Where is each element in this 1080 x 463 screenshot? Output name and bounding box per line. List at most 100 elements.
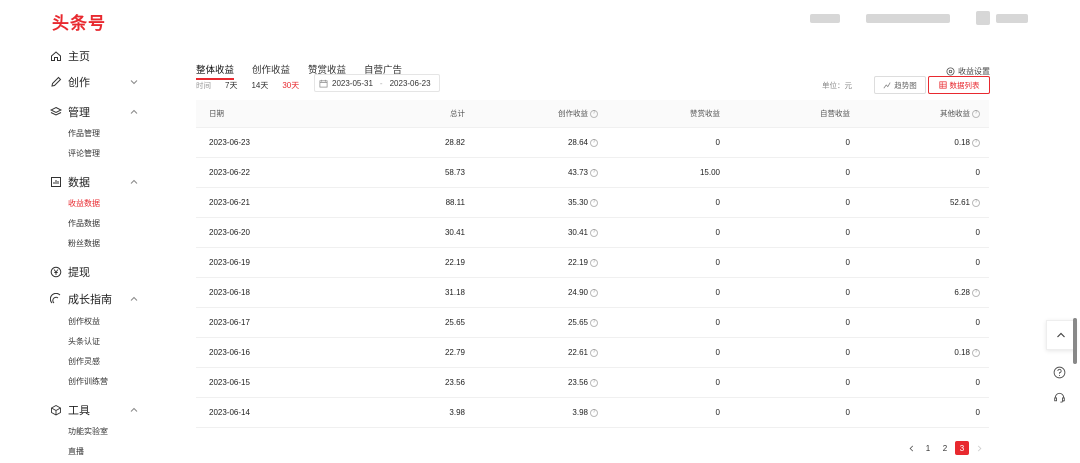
cell-date: 2023-06-14 bbox=[209, 398, 250, 427]
cell-total-value: 88.11 bbox=[445, 198, 465, 207]
info-icon[interactable] bbox=[590, 258, 598, 267]
nav-create[interactable]: 创作 bbox=[50, 73, 140, 91]
top-header: 头条号 bbox=[0, 0, 1080, 38]
nav-sub-inspiration[interactable]: 创作灵感 bbox=[68, 356, 100, 367]
info-icon[interactable] bbox=[590, 348, 598, 357]
nav-tools[interactable]: 工具 bbox=[50, 401, 140, 419]
page-1[interactable]: 1 bbox=[921, 441, 935, 455]
cell-creation-value: 22.61 bbox=[567, 348, 588, 357]
cell-date-value: 2023-06-19 bbox=[209, 258, 250, 267]
nav-data[interactable]: 数据 bbox=[50, 173, 140, 191]
cell-self-value: 0 bbox=[845, 258, 850, 267]
cell-other-value: 0 bbox=[975, 408, 980, 417]
back-to-top-button[interactable] bbox=[1046, 320, 1076, 350]
nav-withdraw-label: 提现 bbox=[68, 267, 90, 279]
nav-manage-label: 管理 bbox=[68, 107, 90, 119]
nav-sub-revenue-data[interactable]: 收益数据 bbox=[68, 198, 100, 209]
header-total: 总计 bbox=[415, 100, 465, 127]
next-page-button[interactable] bbox=[972, 441, 986, 455]
cell-total-value: 25.65 bbox=[444, 318, 465, 327]
cell-other: 0 bbox=[910, 398, 980, 427]
date-range-picker[interactable]: 2023-05-31 - 2023-06-23 bbox=[314, 74, 440, 92]
cell-other-value: 0.18 bbox=[954, 138, 970, 147]
cell-total-value: 31.18 bbox=[444, 288, 465, 297]
help-button[interactable] bbox=[1052, 365, 1066, 379]
time-option-7d[interactable]: 7天 bbox=[225, 80, 237, 91]
cell-self: 0 bbox=[800, 128, 850, 157]
cell-creation: 43.73 bbox=[526, 158, 598, 187]
info-icon[interactable] bbox=[590, 408, 598, 417]
info-icon[interactable] bbox=[590, 138, 598, 147]
info-icon[interactable] bbox=[972, 288, 980, 297]
cell-tips: 0 bbox=[670, 248, 720, 277]
cell-self-value: 0 bbox=[845, 198, 850, 207]
trend-chart-label: 趋势图 bbox=[894, 80, 917, 90]
cell-other-value: 6.28 bbox=[954, 288, 970, 297]
yuan-icon bbox=[50, 266, 62, 278]
nav-growth[interactable]: 成长指南 bbox=[50, 290, 140, 308]
info-icon[interactable] bbox=[972, 138, 980, 147]
cell-tips: 0 bbox=[670, 308, 720, 337]
cell-creation-value: 25.65 bbox=[567, 318, 588, 327]
info-icon[interactable] bbox=[972, 348, 980, 357]
cell-self: 0 bbox=[800, 338, 850, 367]
trend-icon bbox=[883, 82, 891, 89]
info-icon[interactable] bbox=[590, 109, 598, 118]
cell-tips-value: 0 bbox=[715, 258, 720, 267]
info-icon[interactable] bbox=[590, 168, 598, 177]
nav-home[interactable]: 主页 bbox=[50, 47, 140, 65]
info-icon[interactable] bbox=[590, 378, 598, 387]
page-2[interactable]: 2 bbox=[938, 441, 952, 455]
nav-sub-feature-lab[interactable]: 功能实验室 bbox=[68, 426, 108, 437]
cell-self-value: 0 bbox=[845, 378, 850, 387]
nav-sub-verification[interactable]: 头条认证 bbox=[68, 336, 100, 347]
cell-self-value: 0 bbox=[845, 318, 850, 327]
nav-sub-creator-rights[interactable]: 创作权益 bbox=[68, 316, 100, 327]
date-end: 2023-06-23 bbox=[389, 78, 431, 88]
nav-sub-training-camp[interactable]: 创作训练营 bbox=[68, 376, 108, 387]
info-icon[interactable] bbox=[972, 198, 980, 207]
chevron-up-icon bbox=[130, 109, 138, 114]
nav-sub-works-manage[interactable]: 作品管理 bbox=[68, 128, 100, 139]
cell-total: 22.19 bbox=[415, 248, 465, 277]
nav-sub-fans-data[interactable]: 粉丝数据 bbox=[68, 238, 100, 249]
info-icon[interactable] bbox=[590, 228, 598, 237]
revenue-table: 日期 总计 创作收益 赞赏收益 自营收益 其他收益 2023-06-23 28.8… bbox=[196, 100, 989, 428]
customer-service-button[interactable] bbox=[1052, 390, 1066, 404]
prev-page-button[interactable] bbox=[904, 441, 918, 455]
table-row: 2023-06-17 25.65 25.65 0 0 0 bbox=[196, 308, 989, 338]
cell-creation: 24.90 bbox=[526, 278, 598, 307]
nav-sub-live[interactable]: 直播 bbox=[68, 446, 84, 457]
avatar[interactable] bbox=[976, 11, 990, 25]
info-icon[interactable] bbox=[590, 288, 598, 297]
nav-manage[interactable]: 管理 bbox=[50, 103, 140, 121]
header-total-label: 总计 bbox=[450, 109, 465, 118]
nav-withdraw[interactable]: 提现 bbox=[50, 263, 140, 281]
cell-total: 30.41 bbox=[415, 218, 465, 247]
table-row: 2023-06-15 23.56 23.56 0 0 0 bbox=[196, 368, 989, 398]
info-icon[interactable] bbox=[590, 198, 598, 207]
table-header-row: 日期 总计 创作收益 赞赏收益 自营收益 其他收益 bbox=[196, 100, 989, 128]
nav-growth-label: 成长指南 bbox=[68, 294, 112, 306]
time-option-30d[interactable]: 30天 bbox=[282, 80, 299, 91]
info-icon[interactable] bbox=[972, 109, 980, 118]
time-option-14d[interactable]: 14天 bbox=[251, 80, 268, 91]
nav-sub-works-data[interactable]: 作品数据 bbox=[68, 218, 100, 229]
info-icon[interactable] bbox=[590, 318, 598, 327]
cell-total-value: 22.79 bbox=[444, 348, 465, 357]
header-tips-label: 赞赏收益 bbox=[690, 109, 720, 118]
nav-tools-label: 工具 bbox=[68, 405, 90, 417]
trend-chart-button[interactable]: 趋势图 bbox=[874, 76, 926, 94]
cell-other-value: 0 bbox=[975, 228, 980, 237]
page-3[interactable]: 3 bbox=[955, 441, 969, 455]
cell-self: 0 bbox=[800, 158, 850, 187]
help-icon bbox=[1053, 366, 1065, 378]
cell-tips: 15.00 bbox=[670, 158, 720, 187]
toutiao-logo[interactable]: 头条号 bbox=[52, 9, 106, 34]
cell-tips-value: 0 bbox=[715, 138, 720, 147]
nav-sub-comment-manage[interactable]: 评论管理 bbox=[68, 148, 100, 159]
page-scrollbar[interactable] bbox=[1073, 318, 1077, 364]
cell-total: 31.18 bbox=[415, 278, 465, 307]
cell-other: 0 bbox=[910, 308, 980, 337]
data-list-button[interactable]: 数据列表 bbox=[928, 76, 990, 94]
